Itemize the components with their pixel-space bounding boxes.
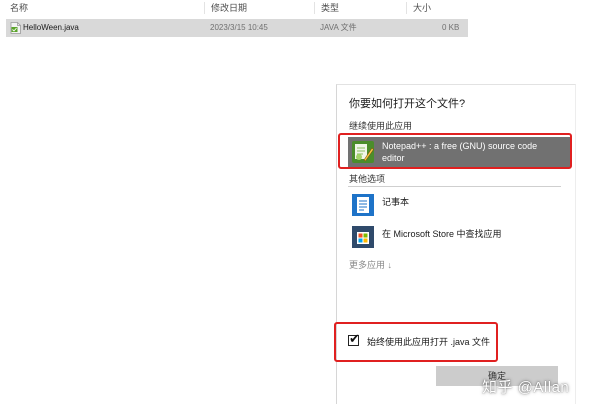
keep-using-label: 继续使用此应用 [349,121,413,131]
app-name-notepad: 记事本 [382,197,410,207]
file-size: 0 KB [442,23,460,32]
file-row[interactable]: HelloWeen.java 2023/3/15 10:45 JAVA 文件 0… [6,19,468,37]
highlight-frame-current-app [338,133,572,169]
column-header-name-label: 名称 [10,3,29,13]
column-header-name[interactable]: 名称 [4,2,204,14]
section-divider [348,186,561,187]
more-apps-link[interactable]: 更多应用 ↓ [349,258,392,271]
file-type: JAVA 文件 [320,23,357,32]
watermark-text: 知乎 @Allan [482,379,570,396]
java-file-icon [10,22,21,34]
column-header-size[interactable]: 大小 [406,2,466,14]
other-options-label: 其他选项 [349,174,386,184]
highlight-frame-always-use [334,322,498,362]
dialog-title: 你要如何打开这个文件? [349,98,466,110]
column-header-modified[interactable]: 修改日期 [204,2,314,14]
column-header-size-label: 大小 [413,3,432,13]
app-option-notepad[interactable]: 记事本 [348,190,570,220]
file-name: HelloWeen.java [23,23,79,32]
column-header-type[interactable]: 类型 [314,2,406,14]
notepad-icon [352,194,374,216]
app-name-store: 在 Microsoft Store 中查找应用 [382,229,502,239]
column-header-modified-label: 修改日期 [211,3,248,13]
file-modified: 2023/3/15 10:45 [210,23,268,32]
store-icon [352,226,374,248]
file-list-header: ⌃ 名称 修改日期 类型 大小 [0,0,470,16]
app-option-store[interactable]: 在 Microsoft Store 中查找应用 [348,222,570,252]
column-header-type-label: 类型 [321,3,340,13]
